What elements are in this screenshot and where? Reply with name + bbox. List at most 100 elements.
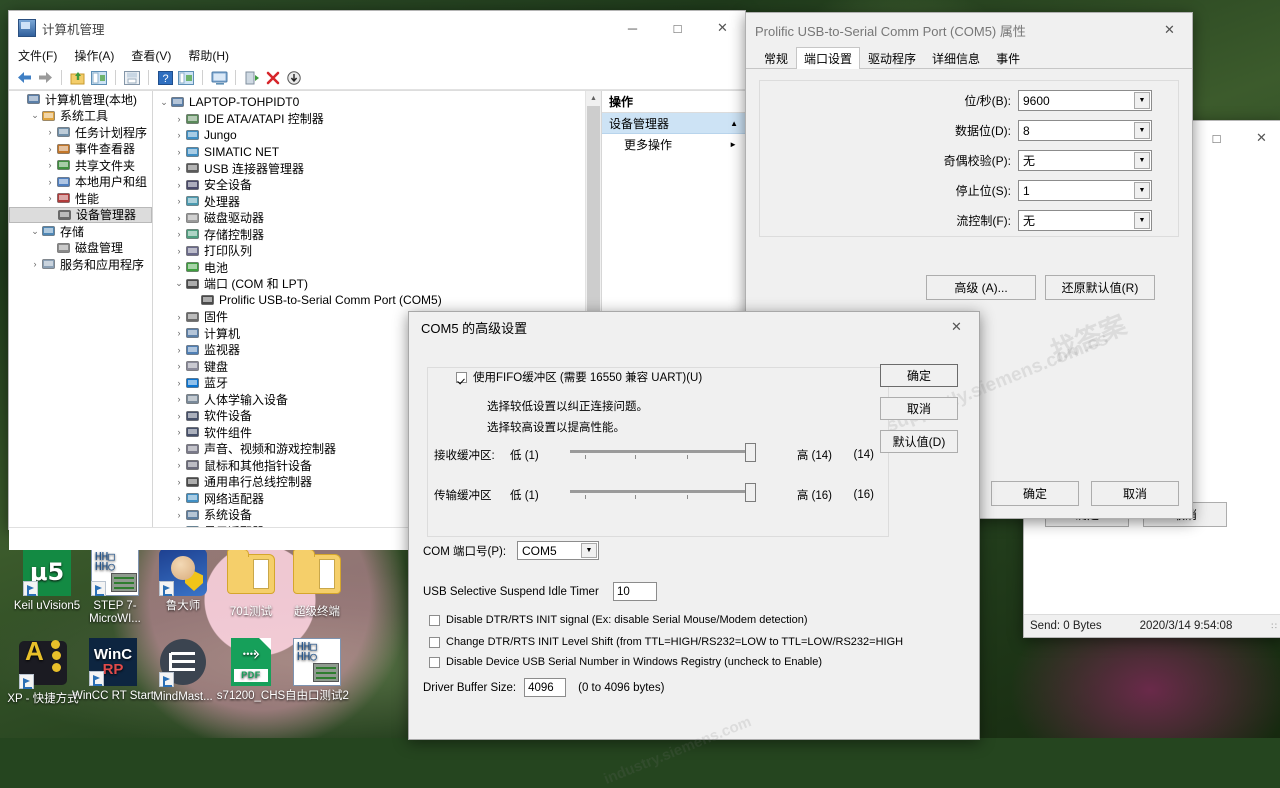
tree-expander-icon[interactable]: ›: [173, 196, 185, 206]
resize-grip-icon[interactable]: ∷: [1271, 621, 1278, 632]
tree-expander-icon[interactable]: ›: [44, 177, 56, 187]
adv-ok-button[interactable]: 确定: [880, 364, 958, 387]
tab-port-settings[interactable]: 端口设置: [796, 47, 860, 69]
change-dtr-rts-checkbox[interactable]: [429, 637, 440, 648]
disable-usb-serial-row[interactable]: Disable Device USB Serial Number in Wind…: [429, 656, 822, 668]
bits-per-second-combo[interactable]: 9600 ▼: [1018, 90, 1152, 111]
serial-close-button[interactable]: ✕: [1239, 123, 1280, 153]
disable-dtr-rts-checkbox[interactable]: [429, 615, 440, 626]
tree-expander-icon[interactable]: ›: [173, 213, 185, 223]
chevron-down-icon[interactable]: ▼: [1134, 92, 1150, 109]
tree-expander-icon[interactable]: ›: [173, 262, 185, 272]
properties-icon[interactable]: [177, 69, 195, 87]
tree-item[interactable]: 磁盘管理: [9, 240, 152, 257]
help-icon[interactable]: ?: [156, 69, 174, 87]
tree-expander-icon[interactable]: ›: [44, 160, 56, 170]
desktop-icon-freeport-test[interactable]: HH□HH○ 自由口测试2: [274, 638, 360, 703]
tree-item[interactable]: ›共享文件夹: [9, 157, 152, 174]
tree-expander-icon[interactable]: ›: [173, 345, 185, 355]
advanced-button[interactable]: 高级 (A)...: [926, 275, 1036, 300]
tab-driver[interactable]: 驱动程序: [860, 48, 924, 68]
tree-expander-icon[interactable]: ›: [173, 394, 185, 404]
tree-item[interactable]: ›SIMATIC NET: [153, 144, 586, 161]
tree-item[interactable]: ›安全设备: [153, 177, 586, 194]
chevron-down-icon[interactable]: ▼: [1134, 122, 1150, 139]
forward-icon[interactable]: [36, 69, 54, 87]
tree-item[interactable]: ›磁盘驱动器: [153, 210, 586, 227]
tree-item[interactable]: 计算机管理(本地): [9, 91, 152, 108]
tree-expander-icon[interactable]: ›: [173, 526, 185, 527]
data-bits-combo[interactable]: 8 ▼: [1018, 120, 1152, 141]
show-hide-console-tree-icon[interactable]: [90, 69, 108, 87]
tree-item[interactable]: ›电池: [153, 259, 586, 276]
menu-view[interactable]: 查看(V): [131, 47, 171, 64]
fifo-checkbox[interactable]: [456, 372, 467, 383]
props-ok-button[interactable]: 确定: [991, 481, 1079, 506]
tree-item[interactable]: ⌄LAPTOP-TOHPIDT0: [153, 94, 586, 111]
change-dtr-rts-row[interactable]: Change DTR/RTS INIT Level Shift (from TT…: [429, 636, 903, 648]
adv-close-button[interactable]: ✕: [934, 312, 979, 342]
tree-expander-icon[interactable]: ›: [173, 510, 185, 520]
tree-expander-icon[interactable]: ›: [173, 147, 185, 157]
idle-timer-input[interactable]: [613, 582, 657, 601]
tree-expander-icon[interactable]: ›: [44, 127, 56, 137]
console-tree-pane[interactable]: 计算机管理(本地)⌄系统工具›任务计划程序›事件查看器›共享文件夹›本地用户和组…: [9, 91, 153, 527]
stop-bits-combo[interactable]: 1 ▼: [1018, 180, 1152, 201]
chevron-down-icon[interactable]: ▼: [581, 543, 597, 558]
tree-item[interactable]: ›打印队列: [153, 243, 586, 260]
chevron-down-icon[interactable]: ▼: [1134, 182, 1150, 199]
flow-control-combo[interactable]: 无 ▼: [1018, 210, 1152, 231]
tree-item[interactable]: ›IDE ATA/ATAPI 控制器: [153, 111, 586, 128]
tree-item[interactable]: ›事件查看器: [9, 141, 152, 158]
actions-group-device-manager[interactable]: 设备管理器 ▲: [602, 113, 745, 134]
actions-more-actions[interactable]: 更多操作 ►: [602, 134, 745, 154]
tree-item[interactable]: ›处理器: [153, 193, 586, 210]
collapse-chevron-icon[interactable]: ▲: [730, 119, 738, 128]
tree-expander-icon[interactable]: ›: [173, 114, 185, 124]
tree-expander-icon[interactable]: ›: [173, 246, 185, 256]
tree-expander-icon[interactable]: ›: [29, 259, 41, 269]
tree-item[interactable]: ⌄端口 (COM 和 LPT): [153, 276, 586, 293]
scan-hardware-icon[interactable]: [210, 69, 228, 87]
tree-expander-icon[interactable]: ›: [173, 328, 185, 338]
install-legacy-hardware-icon[interactable]: [285, 69, 303, 87]
tree-item[interactable]: ›Jungo: [153, 127, 586, 144]
restore-defaults-button[interactable]: 还原默认值(R): [1045, 275, 1155, 300]
disable-usb-serial-checkbox[interactable]: [429, 657, 440, 668]
tree-expander-icon[interactable]: ›: [173, 130, 185, 140]
serial-maximize-button[interactable]: □: [1194, 123, 1239, 153]
tree-expander-icon[interactable]: ›: [173, 460, 185, 470]
tree-expander-icon[interactable]: ›: [173, 477, 185, 487]
tree-expander-icon[interactable]: ⌄: [29, 110, 41, 121]
tree-item[interactable]: ›存储控制器: [153, 226, 586, 243]
desktop-icon-hyperterminal[interactable]: 超级终端: [274, 548, 360, 619]
tree-expander-icon[interactable]: ›: [173, 361, 185, 371]
tree-expander-icon[interactable]: ›: [173, 163, 185, 173]
tree-expander-icon[interactable]: ›: [173, 444, 185, 454]
transmit-buffer-slider[interactable]: [570, 490, 756, 501]
tab-events[interactable]: 事件: [988, 48, 1028, 68]
tree-expander-icon[interactable]: ›: [173, 312, 185, 322]
tab-general[interactable]: 常规: [756, 48, 796, 68]
tree-expander-icon[interactable]: ›: [173, 493, 185, 503]
up-folder-icon[interactable]: [69, 69, 87, 87]
tree-item[interactable]: ⌄系统工具: [9, 108, 152, 125]
tree-expander-icon[interactable]: ›: [173, 427, 185, 437]
uninstall-device-icon[interactable]: [264, 69, 282, 87]
tree-expander-icon[interactable]: ›: [173, 180, 185, 190]
scroll-up-arrow-icon[interactable]: ▲: [586, 91, 601, 106]
tree-item[interactable]: ›本地用户和组: [9, 174, 152, 191]
parity-combo[interactable]: 无 ▼: [1018, 150, 1152, 171]
tree-item[interactable]: ›性能: [9, 190, 152, 207]
props-close-button[interactable]: ✕: [1147, 15, 1192, 45]
cmgmt-close-button[interactable]: ✕: [700, 13, 745, 43]
tree-item[interactable]: ⌄存储: [9, 223, 152, 240]
driver-buffer-input[interactable]: [524, 678, 566, 697]
adv-cancel-button[interactable]: 取消: [880, 397, 958, 420]
chevron-down-icon[interactable]: ▼: [1134, 152, 1150, 169]
chevron-down-icon[interactable]: ▼: [1134, 212, 1150, 229]
tree-expander-icon[interactable]: ⌄: [173, 278, 185, 289]
tree-item[interactable]: ›服务和应用程序: [9, 256, 152, 273]
tree-expander-icon[interactable]: ⌄: [158, 97, 170, 108]
menu-file[interactable]: 文件(F): [18, 47, 57, 64]
